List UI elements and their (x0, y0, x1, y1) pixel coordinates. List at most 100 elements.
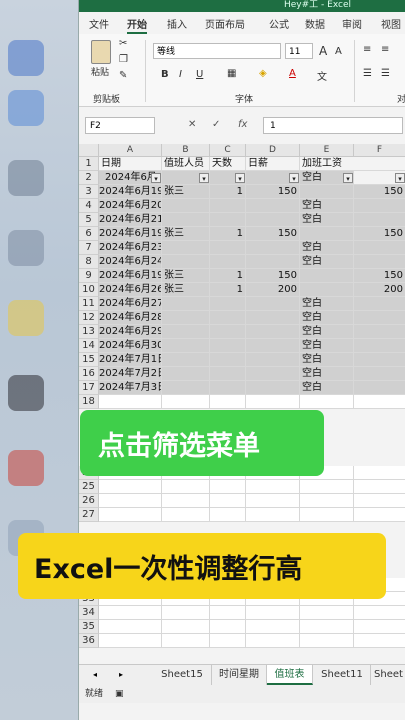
column-header[interactable]: D (246, 144, 300, 157)
empty-cell[interactable] (354, 494, 405, 508)
row-header[interactable]: 2 (79, 171, 99, 185)
row-header[interactable]: 25 (79, 480, 99, 494)
header-cell[interactable]: 加班工资 (300, 157, 405, 171)
table-cell[interactable]: 1 (210, 185, 246, 199)
table-cell[interactable] (210, 353, 246, 367)
font-color-icon[interactable]: A (289, 68, 296, 79)
table-cell[interactable] (300, 269, 354, 283)
table-cell[interactable] (354, 311, 405, 325)
table-cell[interactable]: 2024年6月19日 (99, 227, 162, 241)
empty-cell[interactable] (354, 480, 405, 494)
empty-cell[interactable] (246, 395, 300, 409)
format-painter-icon[interactable]: ✎ (119, 70, 127, 81)
table-cell[interactable]: 2024年7月1日 (99, 353, 162, 367)
borders-icon[interactable]: ▦ (227, 68, 236, 79)
filter-dropdown-icon[interactable]: ▾ (395, 173, 405, 183)
table-cell[interactable] (210, 381, 246, 395)
name-box[interactable]: F2 (85, 117, 155, 134)
table-cell[interactable]: 1 (210, 227, 246, 241)
row-header[interactable]: 13 (79, 325, 99, 339)
row-header[interactable]: 6 (79, 227, 99, 241)
sheet-tab[interactable]: Sheet (371, 665, 405, 685)
table-cell[interactable]: 2024年6月24日 (99, 255, 162, 269)
empty-cell[interactable] (354, 395, 405, 409)
table-cell[interactable]: 2024年6月23日 (99, 241, 162, 255)
table-cell[interactable]: 2024年6月29日 (99, 325, 162, 339)
formula-input[interactable]: 1 (263, 117, 403, 134)
empty-cell[interactable] (246, 606, 300, 620)
table-cell[interactable] (246, 325, 300, 339)
row-header[interactable]: 5 (79, 213, 99, 227)
empty-cell[interactable] (99, 480, 162, 494)
table-cell[interactable]: 空白 (300, 381, 354, 395)
table-cell[interactable]: 2024年6月21日 (99, 213, 162, 227)
empty-cell[interactable] (246, 634, 300, 648)
sheet-tab[interactable]: 时间星期 (212, 665, 267, 685)
table-cell[interactable] (246, 339, 300, 353)
underline-button[interactable]: U (196, 69, 203, 80)
table-cell[interactable] (354, 297, 405, 311)
filter-dropdown-icon[interactable]: ▾ (343, 173, 353, 183)
table-cell[interactable] (300, 283, 354, 297)
table-cell[interactable] (210, 213, 246, 227)
paste-button[interactable]: 粘贴 (91, 65, 109, 78)
header-cell[interactable]: 天数 (210, 157, 246, 171)
row-header[interactable]: 15 (79, 353, 99, 367)
empty-cell[interactable] (300, 634, 354, 648)
empty-cell[interactable] (210, 494, 246, 508)
row-header[interactable]: 4 (79, 199, 99, 213)
empty-cell[interactable] (300, 494, 354, 508)
table-cell[interactable] (162, 367, 210, 381)
empty-cell[interactable] (210, 606, 246, 620)
empty-cell[interactable] (354, 634, 405, 648)
header-cell[interactable]: 日期 (99, 157, 162, 171)
table-cell[interactable]: 空白 (300, 199, 354, 213)
table-cell[interactable]: 2024年6月19日 (99, 269, 162, 283)
table-cell[interactable]: 2024年6月30日 (99, 339, 162, 353)
table-cell[interactable] (162, 241, 210, 255)
row-header[interactable]: 7 (79, 241, 99, 255)
table-cell[interactable] (210, 199, 246, 213)
table-cell[interactable] (246, 353, 300, 367)
table-cell[interactable] (210, 297, 246, 311)
table-cell[interactable]: 2024年7月3日 (99, 381, 162, 395)
table-cell[interactable] (300, 185, 354, 199)
empty-cell[interactable] (162, 508, 210, 522)
table-cell[interactable]: 空白 (300, 311, 354, 325)
sheet-tab[interactable]: Sheet15 (153, 665, 212, 685)
fill-color-icon[interactable]: ◈ (259, 68, 267, 79)
empty-cell[interactable] (162, 480, 210, 494)
table-cell[interactable]: 空白 (300, 241, 354, 255)
table-cell[interactable]: 张三 (162, 283, 210, 297)
empty-cell[interactable] (99, 606, 162, 620)
table-cell[interactable]: 2024年6月20日 (99, 199, 162, 213)
table-cell[interactable]: 张三 (162, 227, 210, 241)
table-cell[interactable]: 空白 (300, 297, 354, 311)
table-cell[interactable]: 空白 (300, 255, 354, 269)
row-header[interactable]: 11 (79, 297, 99, 311)
table-cell[interactable]: 150 (354, 185, 405, 199)
header-cell[interactable]: 值班人员 (162, 157, 210, 171)
row-header[interactable]: 17 (79, 381, 99, 395)
table-cell[interactable] (354, 353, 405, 367)
table-cell[interactable] (210, 325, 246, 339)
align-middle-icon[interactable]: ≡ (381, 44, 389, 55)
table-cell[interactable] (246, 241, 300, 255)
tab-review[interactable]: 审阅 (342, 16, 362, 31)
table-cell[interactable]: 2024年6月19日 (99, 185, 162, 199)
table-cell[interactable] (354, 381, 405, 395)
next-sheet-icon[interactable]: ▸ (119, 665, 123, 685)
desktop-icon[interactable] (8, 300, 44, 336)
font-size-select[interactable]: 11 (285, 43, 313, 59)
table-cell[interactable] (162, 255, 210, 269)
table-cell[interactable]: 150 (354, 269, 405, 283)
table-cell[interactable] (162, 353, 210, 367)
empty-cell[interactable] (162, 620, 210, 634)
table-cell[interactable] (246, 297, 300, 311)
table-cell[interactable] (246, 255, 300, 269)
cut-icon[interactable]: ✂ (119, 38, 127, 49)
tab-data[interactable]: 数据 (305, 16, 325, 31)
empty-cell[interactable] (300, 508, 354, 522)
sheet-tab-active[interactable]: 值班表 (267, 665, 313, 685)
empty-cell[interactable] (162, 634, 210, 648)
